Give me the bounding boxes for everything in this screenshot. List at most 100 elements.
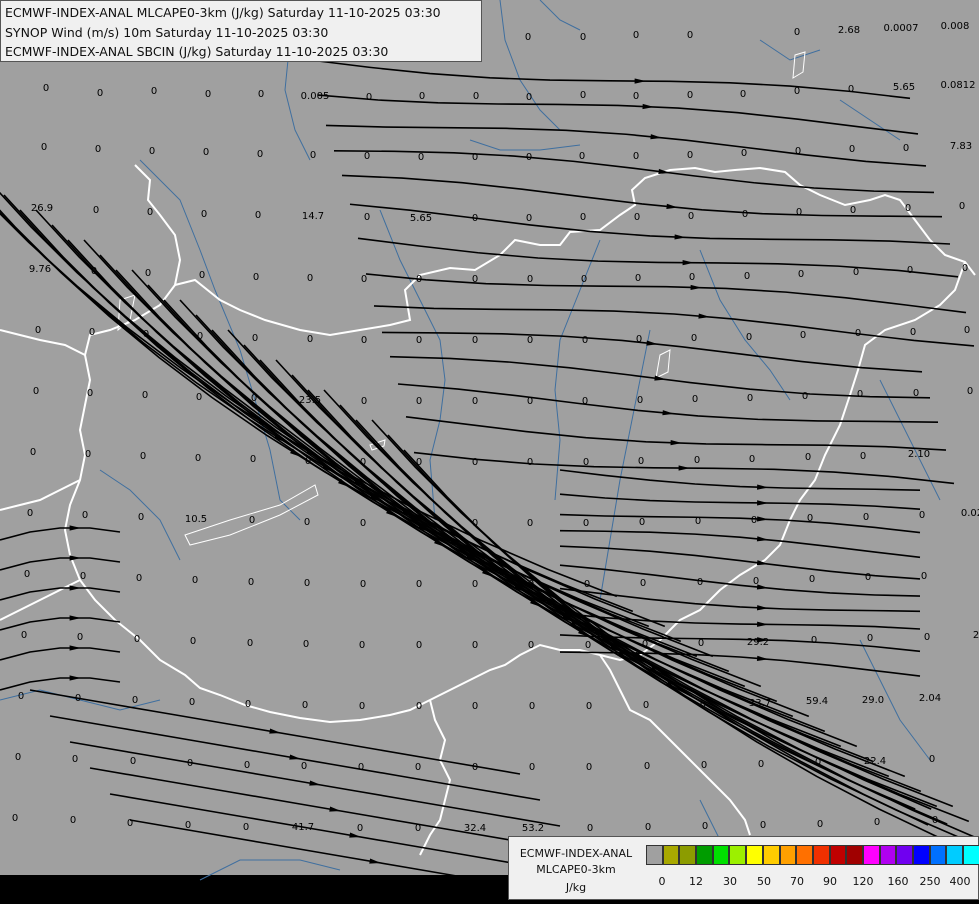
cin-value: 0	[746, 332, 752, 343]
cin-value: 0	[581, 274, 587, 285]
legend-swatch	[746, 845, 763, 865]
cin-value: 0	[472, 396, 478, 407]
legend-swatch	[696, 845, 713, 865]
cin-value: 0	[140, 451, 146, 462]
cin-value: 0	[252, 333, 258, 344]
cin-value: 0	[249, 515, 255, 526]
cin-value: 0	[253, 272, 259, 283]
cin-value: 0	[97, 88, 103, 99]
cin-value: 0	[579, 151, 585, 162]
cin-value: 0	[645, 822, 651, 833]
cin-value: 0	[243, 822, 249, 833]
cin-value: 0	[416, 579, 422, 590]
cin-value: 0	[751, 515, 757, 526]
legend-title: ECMWF-INDEX-ANAL MLCAPE0-3km	[511, 846, 641, 878]
cin-value: 0	[195, 453, 201, 464]
cin-value: 0	[809, 574, 815, 585]
legend-tick-label: 12	[689, 875, 703, 888]
cin-value: 0	[130, 756, 136, 767]
cin-value: 0	[415, 823, 421, 834]
cin-value: 0.0812	[941, 80, 976, 91]
legend-swatches	[646, 845, 979, 865]
cin-value: 0	[702, 821, 708, 832]
cin-value: 0	[929, 754, 935, 765]
cin-value: 0	[15, 752, 21, 763]
cin-value: 0	[473, 91, 479, 102]
cin-value: 0	[582, 396, 588, 407]
cin-value: 0	[527, 274, 533, 285]
cin-value: 0	[142, 390, 148, 401]
cin-value: 0	[205, 89, 211, 100]
cin-value: 0	[800, 330, 806, 341]
cin-value: 0.008	[941, 21, 970, 32]
cin-value: 0	[301, 761, 307, 772]
legend-swatch	[729, 845, 747, 865]
cin-value: 0	[528, 640, 534, 651]
cin-value: 14.7	[302, 211, 324, 222]
cin-value: 0	[416, 701, 422, 712]
cin-value: 0	[863, 512, 869, 523]
legend-swatch	[812, 845, 830, 865]
cin-value: 0	[416, 640, 422, 651]
cin-value: 0	[529, 701, 535, 712]
cin-value: 0	[80, 571, 86, 582]
cin-value: 0	[633, 91, 639, 102]
cin-value: 29.0	[862, 695, 884, 706]
cin-value: 0	[21, 630, 27, 641]
cin-value: 0	[740, 89, 746, 100]
cin-value: 0	[633, 151, 639, 162]
cin-value: 32.4	[464, 823, 486, 834]
cin-value: 26.9	[31, 203, 53, 214]
cin-value: 0	[758, 759, 764, 770]
cin-value: 0	[580, 32, 586, 43]
legend-swatch	[662, 845, 680, 865]
cin-value: 0	[921, 571, 927, 582]
cin-value: 0	[692, 394, 698, 405]
cin-value: 0	[472, 518, 478, 529]
cin-value: 0	[794, 86, 800, 97]
cin-value: 0	[149, 146, 155, 157]
legend-tick-label: 90	[823, 875, 837, 888]
cin-value: 0	[201, 209, 207, 220]
cin-value: 0	[687, 90, 693, 101]
cin-value: 0	[418, 152, 424, 163]
cin-value: 0	[361, 274, 367, 285]
cin-value: 0	[250, 454, 256, 465]
cin-value: 22.4	[864, 756, 886, 767]
cin-value: 0	[919, 510, 925, 521]
legend-title-line2: MLCAPE0-3km	[536, 863, 616, 876]
cin-value: 0	[697, 577, 703, 588]
cin-value: 0	[70, 815, 76, 826]
cin-value: 0	[244, 760, 250, 771]
cin-value: 0	[580, 90, 586, 101]
cin-value: 0	[700, 699, 706, 710]
cin-value: 0	[93, 205, 99, 216]
cin-value: 0	[189, 697, 195, 708]
cin-value: 0	[359, 640, 365, 651]
cin-value: 0	[72, 754, 78, 765]
cin-value: 0	[529, 762, 535, 773]
cin-value: 0	[905, 203, 911, 214]
cin-value: 0	[199, 270, 205, 281]
cin-value: 0	[742, 209, 748, 220]
cin-value: 0	[197, 331, 203, 342]
cin-value: 0	[528, 579, 534, 590]
cin-value: 0	[526, 152, 532, 163]
cin-value: 0	[903, 143, 909, 154]
cin-value: 0	[811, 635, 817, 646]
legend-swatch	[762, 845, 780, 865]
cin-value: 0	[416, 335, 422, 346]
cin-value: 0	[151, 86, 157, 97]
cin-value: 0	[307, 334, 313, 345]
cin-value: 0	[795, 146, 801, 157]
cin-value: 0	[586, 701, 592, 712]
cin-value: 0	[82, 510, 88, 521]
map-title-box: ECMWF-INDEX-ANAL MLCAPE0-3km (J/kg) Satu…	[0, 0, 482, 62]
cin-value: 0.005	[301, 91, 330, 102]
cin-value: 0	[689, 272, 695, 283]
cin-value: 0	[849, 144, 855, 155]
title-line-wind: SYNOP Wind (m/s) 10m Saturday 11-10-2025…	[5, 24, 329, 40]
cin-value: 0	[817, 819, 823, 830]
cin-value: 0	[687, 30, 693, 41]
cin-value: 0	[472, 579, 478, 590]
